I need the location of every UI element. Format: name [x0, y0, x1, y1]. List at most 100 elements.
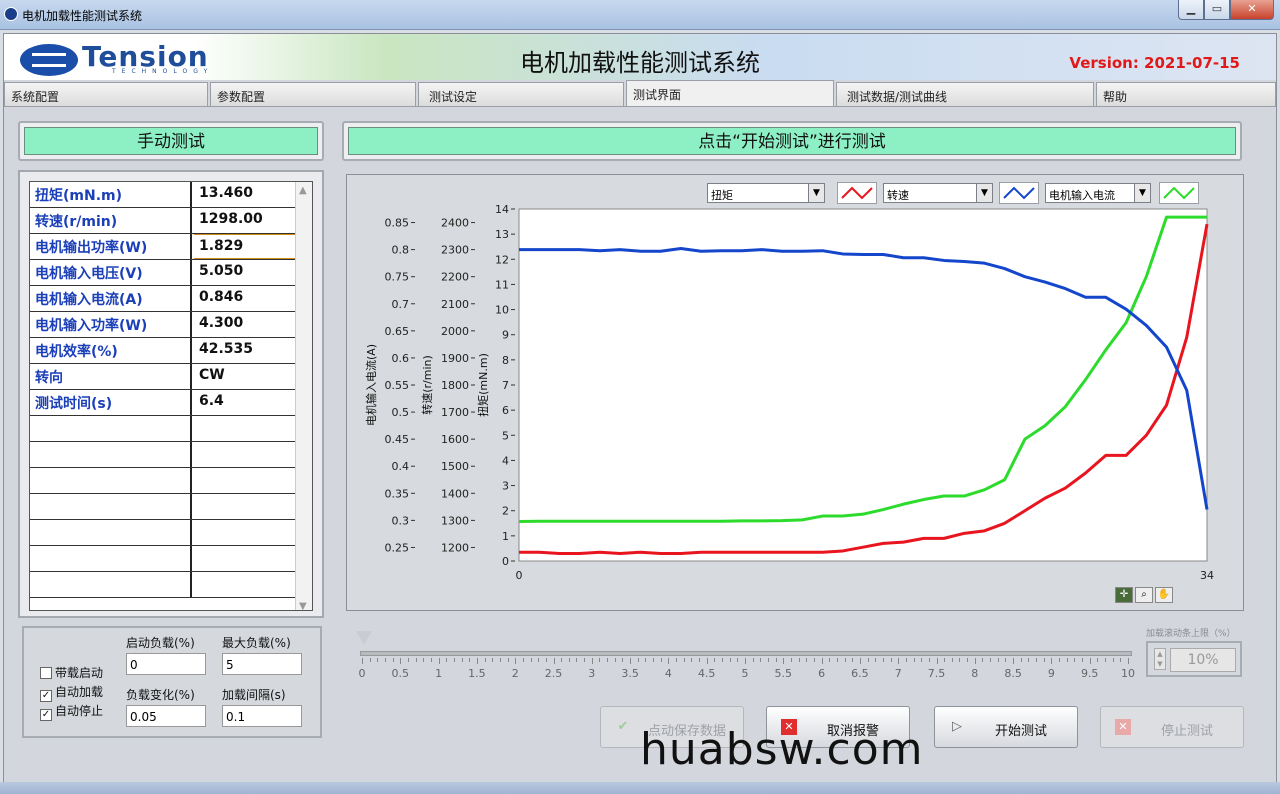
reading-label [30, 520, 192, 545]
y-tick-label: 1800 [441, 379, 469, 392]
reading-label: 电机效率(%) [30, 338, 192, 363]
y-tick-label: 1300 [441, 514, 469, 527]
series-line-0 [519, 223, 1209, 555]
table-row[interactable]: 转速(r/min) 1298.00 [30, 208, 296, 234]
slider-tick-label: 1.5 [468, 667, 486, 680]
maximize-button[interactable]: ▭ [1204, 0, 1230, 20]
slider-tick-label: 3 [588, 667, 596, 680]
slider-tick-label: 8 [971, 667, 979, 680]
table-row[interactable]: 扭矩(mN.m) 13.460 [30, 182, 296, 208]
slider-track[interactable] [360, 651, 1132, 656]
slider-tick-label: 6.5 [851, 667, 869, 680]
table-row[interactable]: 电机输入电流(A) 0.846 [30, 286, 296, 312]
table-row[interactable]: 转向 CW [30, 364, 296, 390]
y-tick-label: 2000 [441, 325, 469, 338]
y-tick-label: 0.45 [385, 433, 410, 446]
reading-label [30, 572, 192, 597]
cursor-tool-icon[interactable]: ✛ [1115, 587, 1133, 603]
y-tick-label: 10 [495, 304, 509, 317]
y-tick-label: 8 [502, 354, 509, 367]
start-test-button[interactable]: ▷ 开始测试 [934, 706, 1078, 748]
start-load-input[interactable]: 0 [126, 653, 206, 675]
zoom-tool-icon[interactable]: ⌕ [1135, 587, 1153, 603]
scroll-up-icon[interactable]: ▲ [299, 185, 307, 196]
checkbox-box[interactable]: ✓ [40, 690, 52, 702]
slider-tick-label: 3.5 [621, 667, 639, 680]
check-icon: ✔ [617, 719, 629, 734]
max-load-input[interactable]: 5 [222, 653, 302, 675]
checkbox-load-start[interactable]: 带载启动 [40, 664, 103, 681]
stop-test-button[interactable]: ✕ 停止测试 [1100, 706, 1244, 748]
table-row[interactable]: 电机输入电压(V) 5.050 [30, 260, 296, 286]
y-tick-label: 0.25 [385, 541, 410, 554]
table-row[interactable] [30, 572, 296, 598]
y-tick-label: 0.4 [392, 460, 410, 473]
table-row[interactable] [30, 416, 296, 442]
upper-limit-input[interactable]: 10% [1170, 648, 1236, 672]
tab-test-screen[interactable]: 测试界面 [626, 80, 834, 106]
reading-value [194, 442, 296, 467]
table-row[interactable]: 电机输入功率(W) 4.300 [30, 312, 296, 338]
load-interval-label: 加载间隔(s) [222, 688, 286, 702]
series-line-2 [519, 247, 1209, 510]
checkbox-auto-load[interactable]: ✓ 自动加载 [40, 683, 103, 702]
table-row[interactable] [30, 494, 296, 520]
load-step-input[interactable]: 0.05 [126, 705, 206, 727]
reading-value [194, 520, 296, 545]
reading-value [194, 546, 296, 571]
watermark: huabsw.com [640, 724, 924, 775]
slider-thumb[interactable] [356, 631, 372, 645]
slider-tick-label: 7.5 [927, 667, 946, 680]
checkbox-auto-stop[interactable]: ✓ 自动停止 [40, 702, 103, 721]
y-tick-label: 14 [495, 203, 509, 216]
slider-tick-label: 0.5 [391, 667, 410, 680]
y-tick-label: 1400 [441, 487, 469, 500]
slider-tick-label: 1 [435, 667, 443, 680]
y-tick-label: 0.75 [385, 271, 410, 284]
reading-label [30, 416, 192, 441]
y-tick-label: 1 [502, 530, 509, 543]
y-tick-label: 0.65 [385, 325, 410, 338]
load-interval-input[interactable]: 0.1 [222, 705, 302, 727]
graph-palette: ✛ ⌕ ✋ [1115, 587, 1173, 603]
table-row[interactable]: 电机效率(%) 42.535 [30, 338, 296, 364]
reading-label: 电机输入电流(A) [30, 286, 192, 311]
reading-label [30, 494, 192, 519]
tab-test-data[interactable]: 测试数据/测试曲线 [836, 82, 1094, 106]
scroll-down-icon[interactable]: ▼ [299, 601, 307, 610]
pan-tool-icon[interactable]: ✋ [1155, 587, 1173, 603]
y-tick-label: 2100 [441, 298, 469, 311]
table-row[interactable] [30, 520, 296, 546]
table-row[interactable] [30, 546, 296, 572]
checkbox-box[interactable] [40, 667, 52, 679]
y-axis-label: 扭矩(mN.m) [476, 353, 490, 417]
minimize-button[interactable]: ▁ [1178, 0, 1204, 20]
manual-test-label: 手动测试 [24, 127, 318, 155]
spinner-arrows-icon[interactable]: ▲ ▼ [1154, 648, 1166, 670]
close-button[interactable]: ✕ [1230, 0, 1274, 20]
y-tick-label: 12 [495, 253, 509, 266]
table-row[interactable]: 电机输出功率(W) 1.829 [30, 234, 296, 260]
tab-system-config[interactable]: 系统配置 [4, 82, 208, 106]
y-tick-label: 13 [495, 228, 509, 241]
table-row[interactable] [30, 442, 296, 468]
readings-table[interactable]: 测试时间(s) 6.4 转向 CW 电机效率(%) 42.535 电机输入功率(W) 4.30… [29, 181, 313, 611]
manual-test-banner: 手动测试 [18, 121, 324, 161]
table-scrollbar[interactable]: ▲ ▼ [295, 182, 312, 610]
y-tick-label: 7 [502, 379, 509, 392]
series-line-1 [518, 215, 1207, 523]
table-row[interactable]: 测试时间(s) 6.4 [30, 390, 296, 416]
app-icon [4, 7, 18, 21]
reading-value [194, 468, 296, 493]
reading-value [194, 494, 296, 519]
tab-test-setup[interactable]: 测试设定 [418, 82, 624, 106]
y-tick-label: 0.3 [392, 514, 410, 527]
table-row[interactable] [30, 468, 296, 494]
y-tick-label: 0.8 [392, 244, 410, 257]
checkbox-box[interactable]: ✓ [40, 709, 52, 721]
load-slider[interactable]: 0 0.5 1 1.5 2 2.5 3 3.5 4 4.5 5 5.5 6 6.5 7 7.5 8 8.5 9 9.5… [350, 631, 1140, 683]
tab-help[interactable]: 帮助 [1096, 82, 1276, 106]
tab-param-config[interactable]: 参数配置 [210, 82, 416, 106]
y-tick-label: 1700 [441, 406, 469, 419]
reading-label: 测试时间(s) [30, 390, 192, 415]
